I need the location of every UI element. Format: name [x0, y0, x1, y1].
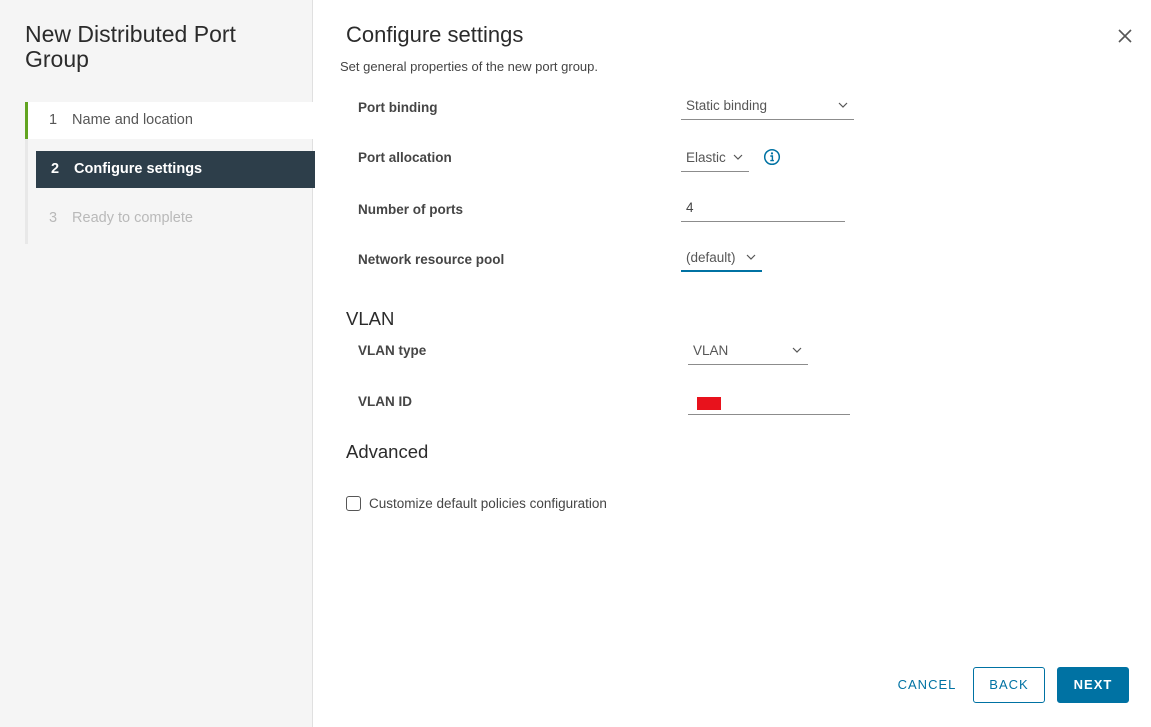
vlan-type-value: VLAN — [693, 343, 729, 358]
chevron-down-icon — [733, 154, 743, 160]
chevron-down-icon — [838, 102, 848, 108]
number-of-ports-label: Number of ports — [358, 202, 464, 217]
network-resource-pool-label: Network resource pool — [358, 252, 505, 267]
port-allocation-select[interactable]: Elastic — [681, 148, 749, 172]
vlan-type-label: VLAN type — [358, 343, 427, 358]
vlan-type-select[interactable]: VLAN — [688, 341, 808, 365]
vlan-heading: VLAN — [346, 308, 395, 329]
vlan-id-label: VLAN ID — [358, 394, 412, 409]
step-ready-to-complete: 3 Ready to complete — [28, 200, 315, 237]
redaction-mark — [697, 397, 721, 410]
port-binding-select[interactable]: Static binding — [681, 96, 854, 120]
step-label: Name and location — [72, 112, 193, 128]
close-button[interactable] — [1113, 24, 1137, 48]
number-of-ports-input[interactable]: 4 — [681, 198, 845, 222]
step-name-and-location[interactable]: 1 Name and location — [25, 102, 315, 139]
customize-policies-checkbox[interactable] — [346, 495, 361, 511]
customize-policies-option[interactable]: Customize default policies configuration — [346, 494, 607, 512]
step-number: 1 — [49, 112, 58, 128]
port-allocation-label: Port allocation — [358, 150, 452, 165]
close-icon — [1118, 29, 1132, 43]
chevron-down-icon — [792, 347, 802, 353]
next-button[interactable]: NEXT — [1057, 667, 1129, 703]
wizard-steps: 1 Name and location 2 Configure settings… — [25, 102, 315, 244]
step-label: Ready to complete — [72, 210, 193, 226]
port-allocation-value: Elastic — [686, 150, 726, 165]
page-subtitle: Set general properties of the new port g… — [340, 59, 598, 74]
cancel-button[interactable]: CANCEL — [885, 667, 969, 703]
advanced-heading: Advanced — [346, 441, 429, 462]
chevron-down-icon — [746, 254, 756, 260]
port-binding-value: Static binding — [686, 98, 768, 113]
port-binding-label: Port binding — [358, 100, 438, 115]
customize-policies-label: Customize default policies configuration — [369, 495, 607, 511]
step-number: 2 — [51, 161, 60, 177]
page-title: Configure settings — [346, 22, 524, 47]
info-icon[interactable] — [763, 148, 781, 166]
wizard-sidebar: New Distributed Port Group 1 Name and lo… — [0, 0, 315, 727]
wizard-title: New Distributed Port Group — [25, 21, 236, 72]
back-button[interactable]: BACK — [973, 667, 1045, 703]
network-resource-pool-value: (default) — [686, 250, 736, 265]
network-resource-pool-select[interactable]: (default) — [681, 248, 762, 272]
wizard-content: Configure settings Set general propertie… — [313, 0, 1151, 727]
step-configure-settings[interactable]: 2 Configure settings — [36, 151, 315, 188]
step-label: Configure settings — [74, 161, 203, 177]
step-number: 3 — [49, 210, 58, 226]
